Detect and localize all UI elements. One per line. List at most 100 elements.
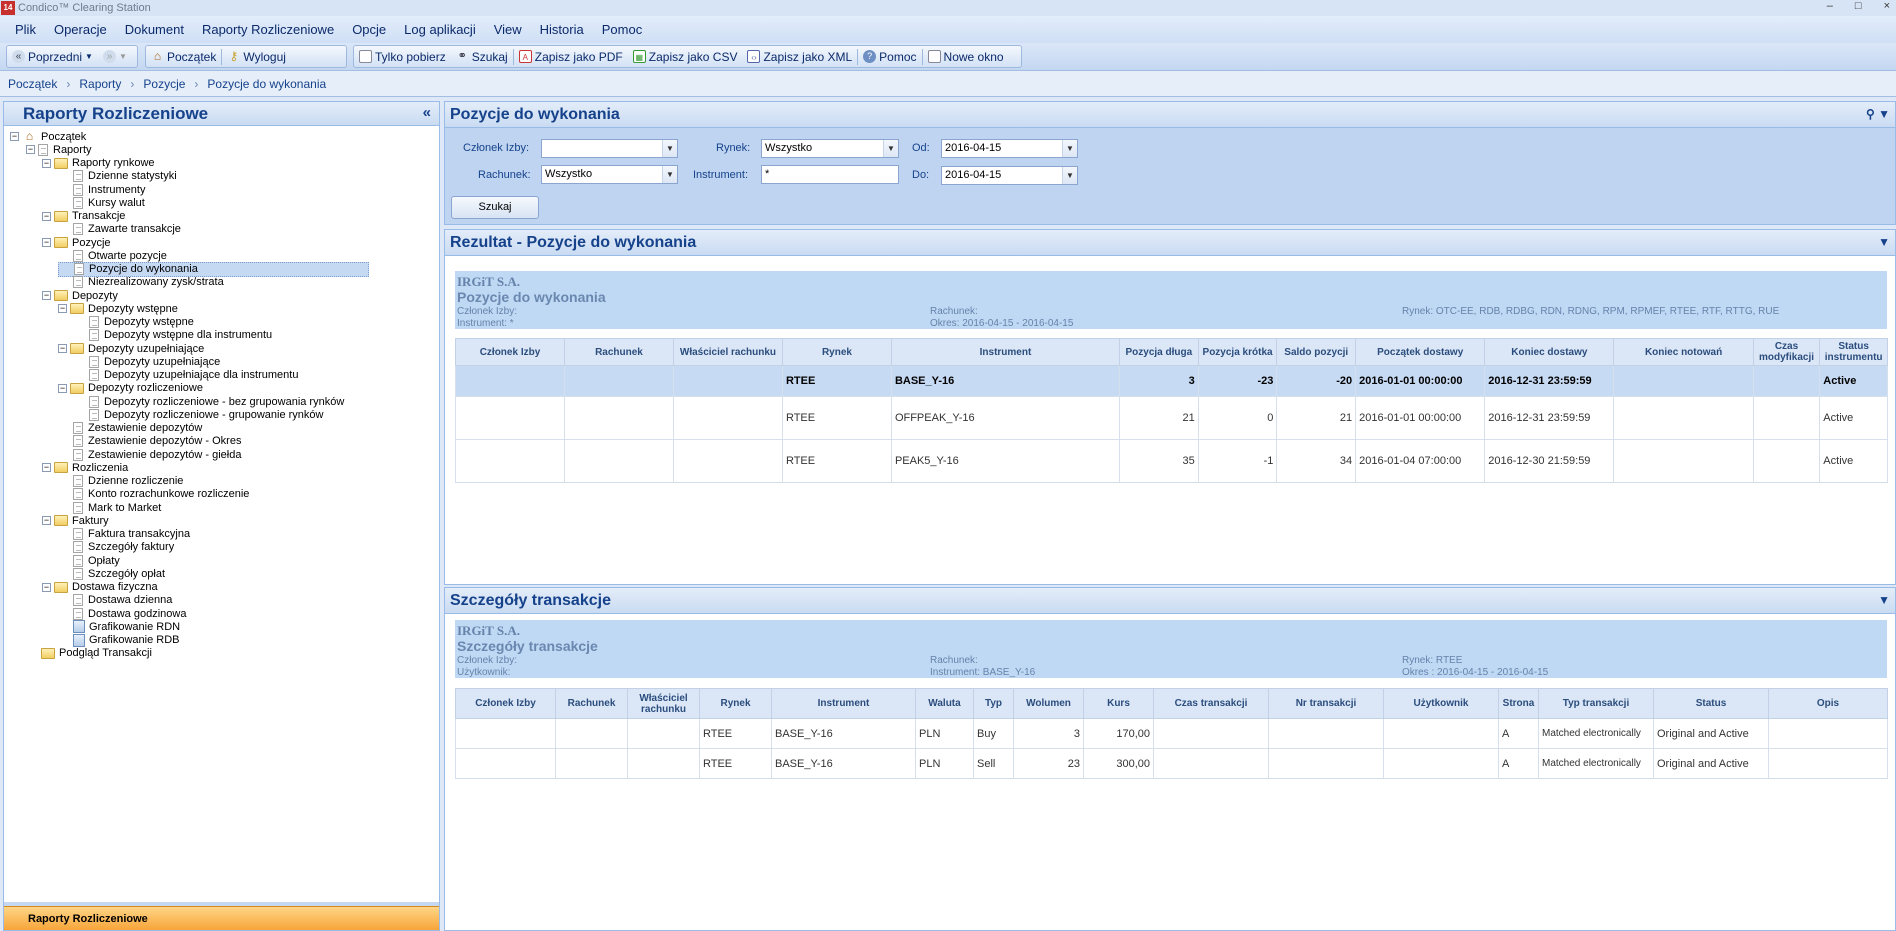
download-only-button[interactable]: Tylko pobierz	[354, 46, 451, 67]
chevron-down-icon[interactable]: ▼	[662, 166, 677, 183]
chevron-down-icon[interactable]: ▼	[883, 140, 898, 157]
column-header[interactable]: Czas transakcji	[1153, 688, 1269, 719]
chevron-down-icon[interactable]: ▼	[662, 140, 677, 157]
table-row[interactable]: RTEE PEAK5_Y-16 35 -1 34 2016-01-04 07:00:00 2…	[455, 439, 1888, 483]
menu-log-aplikacji[interactable]: Log aplikacji	[395, 22, 485, 37]
back-arrow-icon: «	[12, 50, 25, 63]
column-header[interactable]: Użytkownik	[1383, 688, 1499, 719]
table-row[interactable]: RTEE BASE_Y-16 3 -23 -20 2016-01-01 00:00:00 2…	[455, 365, 1888, 397]
collapse-panel-button[interactable]: «	[423, 104, 431, 121]
collapse-toggle-icon[interactable]: −	[42, 516, 51, 526]
to-date-picker[interactable]: 2016-04-15 ▼	[941, 166, 1078, 185]
column-header[interactable]: Waluta	[915, 688, 974, 719]
chevron-down-icon[interactable]: ▼	[1062, 140, 1077, 157]
collapse-toggle-icon[interactable]: −	[26, 145, 35, 155]
column-header[interactable]: Rynek	[781, 338, 892, 366]
panel-footer-tab[interactable]: Raporty Rozliczeniowe	[4, 906, 439, 930]
column-header[interactable]: Początek dostawy	[1355, 338, 1486, 366]
collapse-toggle-icon[interactable]: −	[42, 158, 51, 168]
forward-button[interactable]: » ▼	[98, 46, 132, 67]
search-button[interactable]: ⚭ Szukaj	[451, 46, 513, 67]
tree-item-label: Depozyty rozliczeniowe	[88, 382, 203, 395]
save-xml-button[interactable]: ‹› Zapisz jako XML	[742, 46, 857, 67]
panel-options-icon[interactable]: ⚲ ▼	[1866, 107, 1890, 121]
table-row[interactable]: RTEE BASE_Y-16 PLN Sell 23 300,00 A Matched ele…	[455, 748, 1888, 779]
save-csv-button[interactable]: ▦ Zapisz jako CSV	[628, 46, 743, 67]
panel-options-icon[interactable]: ▼	[1878, 593, 1890, 607]
breadcrumb-item[interactable]: Pozycje	[143, 77, 185, 91]
table-row[interactable]: RTEE OFFPEAK_Y-16 21 0 21 2016-01-01 00:00:00…	[455, 396, 1888, 440]
column-header[interactable]: Koniec notowań	[1613, 338, 1754, 366]
home-button[interactable]: ⌂ Początek	[146, 46, 221, 67]
chevron-down-icon[interactable]: ▼	[1062, 167, 1077, 184]
market-select[interactable]: Wszystko ▼	[761, 139, 899, 158]
menu-view[interactable]: View	[485, 22, 531, 37]
collapse-toggle-icon[interactable]: −	[58, 383, 67, 393]
forward-arrow-icon: »	[102, 50, 116, 63]
column-header[interactable]: Koniec dostawy	[1484, 338, 1615, 366]
help-button[interactable]: ? Pomoc	[858, 46, 921, 67]
dropdown-arrow-icon[interactable]: ▼	[85, 52, 93, 61]
column-header[interactable]: Typ	[973, 688, 1014, 719]
column-header[interactable]: Strona	[1498, 688, 1539, 719]
menu-plik[interactable]: Plik	[6, 22, 45, 37]
column-header[interactable]: Pozycja krótka	[1197, 338, 1278, 366]
to-date-value: 2016-04-15	[945, 169, 1002, 181]
column-header[interactable]: Nr transakcji	[1268, 688, 1384, 719]
column-header[interactable]: Status	[1653, 688, 1769, 719]
menu-operacje[interactable]: Operacje	[45, 22, 116, 37]
member-select[interactable]: ▼	[541, 139, 678, 158]
close-button[interactable]: ×	[1884, 0, 1890, 12]
menu-historia[interactable]: Historia	[531, 22, 593, 37]
from-date-picker[interactable]: 2016-04-15 ▼	[941, 139, 1078, 158]
minimize-button[interactable]: ‒	[1827, 0, 1833, 12]
column-header[interactable]: Instrument	[890, 338, 1121, 366]
column-header[interactable]: Członek Izby	[455, 338, 565, 366]
menu-raporty-rozliczeniowe[interactable]: Raporty Rozliczeniowe	[193, 22, 343, 37]
key-icon: ⚷	[229, 49, 239, 63]
column-header[interactable]: Członek Izby	[455, 688, 556, 719]
menu-opcje[interactable]: Opcje	[343, 22, 395, 37]
tree-item[interactable]: Podgląd Transakcji	[26, 646, 152, 661]
column-header[interactable]: Instrument	[771, 688, 916, 719]
column-header[interactable]: Czas modyfikacji	[1752, 338, 1821, 366]
collapse-toggle-icon[interactable]: −	[58, 344, 67, 353]
collapse-toggle-icon[interactable]: −	[42, 291, 51, 300]
collapse-toggle-icon[interactable]: −	[42, 582, 51, 592]
menu-pomoc[interactable]: Pomoc	[593, 22, 651, 37]
column-header[interactable]: Opis	[1768, 688, 1888, 719]
collapse-toggle-icon[interactable]: −	[42, 238, 51, 247]
menu-dokument[interactable]: Dokument	[116, 22, 193, 37]
panel-options-icon[interactable]: ▼	[1878, 235, 1890, 249]
logout-button[interactable]: ⚷ Wyloguj	[222, 46, 291, 67]
result-panel-header: Rezultat - Pozycje do wykonania ▼	[445, 230, 1895, 256]
back-button[interactable]: « Poprzedni ▼	[7, 46, 98, 67]
column-header[interactable]: Pozycja długa	[1119, 338, 1199, 366]
column-header[interactable]: Rachunek	[563, 338, 674, 366]
breadcrumb-item[interactable]: Początek	[8, 77, 57, 91]
collapse-toggle-icon[interactable]: −	[10, 132, 19, 141]
save-pdf-button[interactable]: A Zapisz jako PDF	[514, 46, 628, 67]
column-header[interactable]: Status instrumentu	[1819, 338, 1888, 366]
breadcrumb-item[interactable]: Raporty	[79, 77, 121, 91]
column-header[interactable]: Wolumen	[1013, 688, 1084, 719]
document-icon	[73, 196, 83, 209]
new-window-button[interactable]: Nowe okno	[923, 46, 1009, 67]
search-submit-button[interactable]: Szukaj	[451, 196, 539, 219]
column-header[interactable]: Typ transakcji	[1538, 688, 1654, 719]
collapse-toggle-icon[interactable]: −	[58, 304, 67, 314]
dropdown-arrow-icon[interactable]: ▼	[119, 52, 127, 61]
breadcrumb-item-current[interactable]: Pozycje do wykonania	[207, 77, 326, 91]
collapse-toggle-icon[interactable]: −	[42, 463, 51, 473]
table-row[interactable]: RTEE BASE_Y-16 PLN Buy 3 170,00 A Matched elect…	[455, 718, 1888, 749]
account-select[interactable]: Wszystko ▼	[541, 165, 678, 184]
column-header[interactable]: Właściciel rachunku	[672, 338, 783, 366]
instrument-input[interactable]: *	[761, 165, 899, 184]
column-header[interactable]: Właściciel rachunku	[627, 688, 700, 719]
column-header[interactable]: Rynek	[699, 688, 772, 719]
maximize-button[interactable]: □	[1855, 0, 1862, 12]
collapse-toggle-icon[interactable]: −	[42, 211, 51, 221]
column-header[interactable]: Rachunek	[555, 688, 628, 719]
column-header[interactable]: Saldo pozycji	[1276, 338, 1357, 366]
column-header[interactable]: Kurs	[1083, 688, 1154, 719]
